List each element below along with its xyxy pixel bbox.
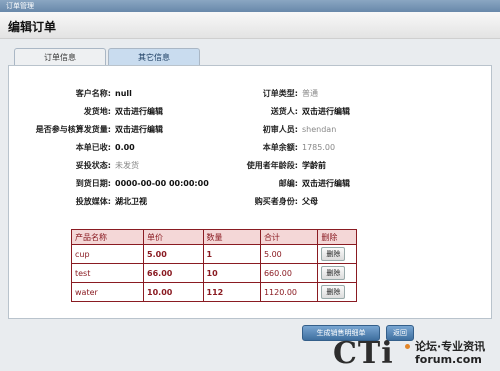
ship-from-value[interactable]: 双击进行编辑: [115, 106, 163, 117]
cell-total: 660.00: [259, 263, 319, 283]
verify-qty-label: 是否参与核算发货量:: [35, 125, 111, 134]
media-value[interactable]: 湖北卫视: [115, 196, 147, 207]
cell-price[interactable]: 5.00: [143, 244, 204, 264]
cell-delete: 删除: [317, 282, 357, 302]
delivery-status-label: 妥投状态:: [75, 161, 111, 170]
watermark-line-2: forum.com: [415, 353, 482, 366]
cell-price[interactable]: 66.00: [143, 263, 204, 283]
window-titlebar: 订单管理: [0, 0, 500, 12]
cell-qty[interactable]: 1: [202, 244, 261, 264]
postcode-label: 邮编:: [278, 179, 298, 188]
cti-logo: CTi: [333, 336, 394, 371]
customer-name-label: 客户名称:: [75, 89, 111, 98]
window-title: 订单管理: [6, 2, 34, 10]
cell-delete: 删除: [317, 244, 357, 264]
verify-qty-value[interactable]: 双击进行编辑: [115, 124, 163, 135]
deliverer-value[interactable]: 双击进行编辑: [302, 106, 350, 117]
cell-qty[interactable]: 10: [202, 263, 261, 283]
table-row: water 10.00 112 1120.00 删除: [70, 282, 357, 302]
ship-from-label: 发货地:: [83, 107, 111, 116]
cell-price[interactable]: 10.00: [143, 282, 204, 302]
watermark-line-1: 论坛·专业资讯: [415, 340, 486, 353]
reviewer-label: 初审人员:: [262, 125, 298, 134]
received-value: 0.00: [115, 143, 135, 152]
buyer-identity-value[interactable]: 父母: [302, 196, 318, 207]
cell-product-name: cup: [70, 244, 145, 264]
cell-product-name: water: [70, 282, 145, 302]
cell-total: 5.00: [259, 244, 319, 264]
arrival-date-value[interactable]: 0000-00-00 00:00:00: [115, 178, 209, 189]
delivery-status-value: 未发货: [115, 161, 139, 170]
products-table: 产品名称 单价 数量 合计 删除 cup 5.00 1 5.00 删除 test…: [70, 229, 357, 302]
user-age-value[interactable]: 学龄前: [302, 160, 326, 171]
balance-value: 1785.00: [302, 143, 336, 152]
user-age-label: 使用者年龄段:: [246, 161, 298, 170]
col-delete: 删除: [317, 229, 357, 245]
cell-qty[interactable]: 112: [202, 282, 261, 302]
page-header: 编辑订单: [0, 12, 500, 39]
reviewer-value: shendan: [302, 125, 337, 134]
delete-button[interactable]: 删除: [321, 266, 346, 280]
arrival-date-label: 到货日期:: [75, 179, 111, 188]
cti-forum-watermark: CTi 论坛·专业资讯 forum.com: [333, 336, 497, 371]
table-row: test 66.00 10 660.00 删除: [70, 263, 357, 283]
table-row: cup 5.00 1 5.00 删除: [70, 244, 357, 264]
postcode-value[interactable]: 双击进行编辑: [302, 178, 350, 189]
col-qty: 数量: [202, 229, 261, 245]
received-label: 本单已收:: [75, 143, 111, 152]
col-total: 合计: [259, 229, 319, 245]
cell-delete: 删除: [317, 263, 357, 283]
cell-total: 1120.00: [259, 282, 319, 302]
tab-other-info[interactable]: 其它信息: [108, 48, 200, 65]
logo-dot-icon: [405, 344, 410, 349]
delete-button[interactable]: 删除: [321, 285, 346, 299]
order-type-label: 订单类型:: [262, 89, 298, 98]
table-header-row: 产品名称 单价 数量 合计 删除: [70, 229, 357, 245]
col-product-name: 产品名称: [70, 229, 145, 245]
balance-label: 本单余额:: [262, 143, 298, 152]
page-title: 编辑订单: [8, 20, 57, 34]
cell-product-name: test: [70, 263, 145, 283]
tab-order-info[interactable]: 订单信息: [14, 48, 106, 65]
media-label: 投放媒体:: [75, 197, 111, 206]
buyer-identity-label: 购买者身份:: [254, 197, 298, 206]
order-type-value: 普通: [302, 89, 318, 98]
delete-button[interactable]: 删除: [321, 247, 346, 261]
col-price: 单价: [143, 229, 204, 245]
customer-name-value[interactable]: null: [115, 88, 132, 99]
deliverer-label: 送货人:: [270, 107, 298, 116]
